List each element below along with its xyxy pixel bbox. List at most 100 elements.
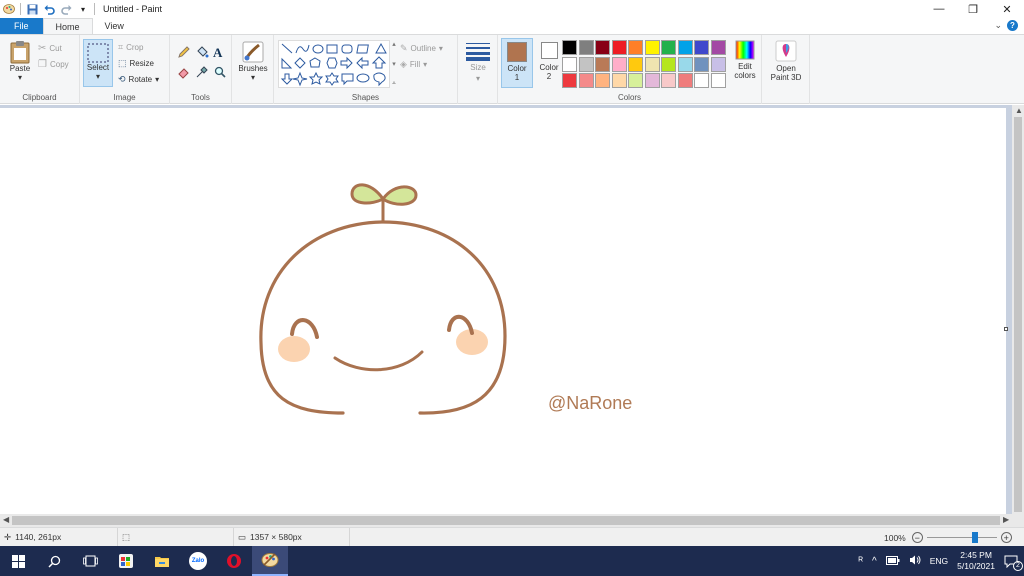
taskbar-opera[interactable] — [216, 546, 252, 576]
ribbon: Paste ▾ ✂ Cut ❐ Copy Clipboard Select ▾ … — [0, 34, 1024, 104]
palette-swatch[interactable] — [710, 73, 726, 88]
vertical-scrollbar[interactable]: ▲ — [1012, 105, 1024, 514]
help-icon[interactable]: ? — [1007, 20, 1018, 31]
palette-swatch[interactable] — [644, 73, 660, 88]
close-button[interactable]: ✕ — [990, 0, 1024, 18]
windows-logo-icon — [11, 554, 25, 568]
taskbar-zalo[interactable]: Zalo — [180, 546, 216, 576]
battery-icon[interactable] — [885, 555, 900, 567]
palette-swatch[interactable] — [562, 40, 577, 55]
palette-swatch[interactable] — [661, 40, 676, 55]
eraser-icon[interactable] — [177, 65, 193, 85]
palette-swatch[interactable] — [611, 40, 627, 55]
palette-swatch[interactable] — [628, 40, 643, 55]
palette-swatch[interactable] — [694, 56, 709, 72]
outline-button[interactable]: ✎ Outline ▾ — [400, 40, 443, 56]
zoom-in-icon[interactable]: + — [1000, 532, 1012, 543]
taskbar-app-store[interactable] — [108, 546, 144, 576]
language-indicator[interactable]: ENG — [930, 556, 948, 566]
horizontal-scrollbar[interactable]: ◀ ▶ — [0, 514, 1024, 527]
text-tool-icon[interactable]: A — [213, 45, 229, 65]
copy-button[interactable]: ❐ Copy — [38, 56, 69, 72]
palette-swatch[interactable] — [611, 56, 627, 72]
palette-swatch[interactable] — [694, 40, 709, 55]
palette-swatch[interactable] — [661, 56, 676, 72]
notification-center-button[interactable]: 2 — [1004, 555, 1023, 571]
palette-swatch[interactable] — [694, 73, 709, 88]
color-picker-icon[interactable] — [195, 65, 211, 85]
crop-button[interactable]: ⌗ Crop — [118, 39, 159, 55]
scroll-right-icon[interactable]: ▶ — [1003, 515, 1009, 524]
fill-bucket-icon[interactable] — [195, 45, 211, 65]
zoom-out-icon[interactable]: − — [911, 532, 923, 543]
vertical-scroll-thumb[interactable] — [1014, 117, 1022, 512]
fill-button[interactable]: ◈ Fill ▾ — [400, 56, 443, 72]
select-dropdown-icon: ▾ — [95, 72, 100, 81]
shapes-scroll-up-icon[interactable]: ▴ — [392, 40, 396, 48]
shapes-scroll-down-icon[interactable]: ▾ — [392, 60, 396, 68]
palette-swatch[interactable] — [644, 40, 660, 55]
palette-swatch[interactable] — [628, 56, 643, 72]
paint-app-icon[interactable] — [3, 3, 15, 15]
cut-button[interactable]: ✂ Cut — [38, 40, 69, 56]
paint3d-group[interactable]: Open Paint 3D — [762, 35, 810, 104]
shapes-expand-icon[interactable]: ⩡ — [392, 80, 396, 88]
scroll-left-icon[interactable]: ◀ — [3, 515, 9, 524]
palette-swatch[interactable] — [578, 56, 594, 72]
canvas-resize-handle-right[interactable] — [1004, 327, 1008, 331]
palette-swatch[interactable] — [595, 40, 610, 55]
clock[interactable]: 2:45 PM 5/10/2021 — [957, 550, 995, 572]
palette-swatch[interactable] — [710, 56, 726, 72]
minimize-button[interactable]: — — [922, 0, 956, 18]
palette-swatch[interactable] — [677, 73, 693, 88]
palette-swatch[interactable] — [644, 56, 660, 72]
magnifier-icon[interactable] — [213, 65, 229, 85]
show-hidden-icons-chevron-icon[interactable]: ^ — [872, 556, 877, 567]
people-icon[interactable]: ᴿ — [859, 556, 864, 567]
size-group[interactable]: Size ▾ — [458, 35, 498, 104]
tab-view[interactable]: View — [93, 18, 136, 34]
palette-swatch[interactable] — [595, 56, 610, 72]
palette-swatch[interactable] — [677, 56, 693, 72]
drawing-canvas[interactable] — [0, 108, 1008, 514]
palette-swatch[interactable] — [611, 73, 627, 88]
tab-home[interactable]: Home — [42, 18, 93, 34]
resize-button[interactable]: ⬚ Resize — [118, 55, 159, 71]
color1-button[interactable]: Color 1 — [501, 38, 533, 88]
shapes-gallery[interactable] — [278, 40, 390, 88]
taskbar-file-explorer[interactable] — [144, 546, 180, 576]
zoom-slider[interactable] — [926, 532, 997, 543]
brushes-group[interactable]: Brushes ▾ — [232, 35, 274, 104]
customize-toolbar-icon[interactable]: ▾ — [77, 3, 89, 15]
palette-swatch[interactable] — [710, 40, 726, 55]
restore-button[interactable]: ❐ — [956, 0, 990, 18]
palette-swatch[interactable] — [677, 40, 693, 55]
edit-colors-button[interactable]: Edit colors — [730, 40, 760, 80]
color2-button[interactable]: Color 2 — [533, 39, 565, 89]
zoom-slider-thumb[interactable] — [971, 532, 978, 543]
horizontal-scroll-thumb[interactable] — [12, 516, 1000, 525]
palette-swatch[interactable] — [562, 56, 577, 72]
scroll-up-icon[interactable]: ▲ — [1015, 106, 1023, 115]
palette-swatch[interactable] — [661, 73, 676, 88]
palette-swatch[interactable] — [628, 73, 643, 88]
undo-icon[interactable] — [43, 3, 55, 15]
tab-file[interactable]: File — [0, 18, 43, 34]
volume-icon[interactable] — [909, 555, 921, 567]
search-button[interactable] — [36, 546, 72, 576]
save-icon[interactable] — [26, 3, 38, 15]
paste-button[interactable]: Paste ▾ — [6, 40, 34, 82]
pencil-icon[interactable] — [177, 45, 193, 65]
select-button[interactable]: Select ▾ — [83, 39, 113, 87]
palette-swatch[interactable] — [562, 73, 577, 88]
palette-swatch[interactable] — [578, 73, 594, 88]
task-view-button[interactable] — [72, 546, 108, 576]
crop-icon: ⌗ — [118, 41, 124, 52]
start-button[interactable] — [0, 546, 36, 576]
rotate-button[interactable]: ⟲ Rotate ▾ — [118, 71, 159, 87]
palette-swatch[interactable] — [595, 73, 610, 88]
redo-icon[interactable] — [60, 3, 72, 15]
taskbar-paint[interactable] — [252, 546, 288, 576]
collapse-ribbon-icon[interactable]: ⌄ — [994, 20, 1002, 31]
palette-swatch[interactable] — [578, 40, 594, 55]
